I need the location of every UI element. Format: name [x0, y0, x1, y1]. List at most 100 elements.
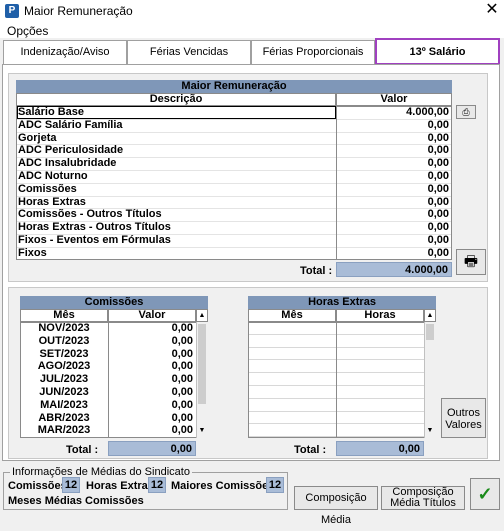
- print-button[interactable]: 🖶: [456, 249, 486, 275]
- row-value: 0,00: [427, 234, 449, 246]
- value-cell: 0,00: [171, 411, 193, 424]
- ok-check-button[interactable]: ✓: [470, 478, 500, 510]
- month-cell: OUT/2023: [38, 334, 90, 347]
- month-cell: MAI/2023: [40, 398, 88, 411]
- row-divider: [16, 144, 452, 146]
- month-cell: ABR/2023: [38, 411, 90, 424]
- grid-col-separator: [336, 106, 337, 260]
- horas-col-mes: Mês: [248, 309, 336, 322]
- row-value: 4.000,00: [406, 106, 449, 118]
- row-description: ADC Noturno: [18, 170, 88, 182]
- scroll-up-icon[interactable]: ▲: [196, 309, 208, 322]
- comissoes-col-valor: Valor: [108, 309, 196, 322]
- app-icon: P: [5, 4, 19, 18]
- comissoes-total-label: Total :: [66, 444, 99, 456]
- table-row[interactable]: Comissões 0,00: [16, 182, 452, 196]
- horas-scroll-thumb[interactable]: [426, 324, 434, 340]
- selected-cell: [17, 106, 336, 119]
- row-value: 0,00: [427, 118, 449, 131]
- comissoes-col-mes: Mês: [20, 309, 108, 322]
- outros-valores-button[interactable]: Outros Valores: [441, 398, 486, 438]
- composicao-media-button[interactable]: Composição Média: [294, 486, 378, 526]
- menu-options[interactable]: Opções: [7, 24, 48, 38]
- row-divider: [16, 182, 452, 184]
- table-row[interactable]: Fixos 0,00: [16, 246, 452, 260]
- row-description: Comissões - Outros Títulos: [18, 208, 162, 221]
- table-row[interactable]: ADC Periculosidade 0,00: [16, 144, 452, 158]
- footer-maiores-label: Maiores Comissões: [171, 480, 275, 492]
- value-cell: 0,00: [171, 386, 193, 398]
- composicao-media-titulos-button[interactable]: Composição Média Títulos: [381, 486, 465, 510]
- horas-scroll-down-icon[interactable]: ▼: [424, 425, 436, 437]
- month-cell: MAR/2023: [37, 424, 91, 437]
- value-cell: 0,00: [171, 424, 193, 437]
- horas-col-horas: Horas: [336, 309, 424, 322]
- row-divider: [16, 221, 452, 223]
- row-description: Gorjeta: [18, 131, 57, 144]
- horas-total-value: 0,00: [336, 441, 424, 456]
- value-cell: 0,00: [171, 347, 193, 360]
- table-row[interactable]: ADC Insalubridade 0,00: [16, 157, 452, 170]
- row-description: ADC Periculosidade: [18, 144, 124, 157]
- comissoes-scroll-thumb[interactable]: [198, 324, 206, 404]
- tab-indenizacao[interactable]: Indenização/Aviso Prévio: [3, 40, 127, 80]
- month-cell: SET/2023: [39, 347, 89, 360]
- footer-comissoes-value: 12: [62, 477, 80, 493]
- value-cell: 0,00: [171, 360, 193, 373]
- row-description: ADC Salário Família: [18, 118, 123, 131]
- comissoes-title: Comissões: [20, 296, 208, 309]
- comissoes-total-value: 0,00: [108, 441, 196, 456]
- horas-separator: [336, 322, 337, 438]
- main-total-label: Total :: [300, 265, 333, 277]
- value-cell: 0,00: [171, 398, 193, 411]
- footer-maiores-value: 12: [266, 477, 284, 493]
- row-value: 0,00: [427, 157, 449, 170]
- row-description: ADC Insalubridade: [18, 157, 117, 170]
- table-row[interactable]: ADC Salário Família 0,00: [16, 118, 452, 132]
- tab-ferias-vencidas[interactable]: Férias Vencidas: [127, 40, 251, 64]
- row-value: 0,00: [427, 144, 449, 157]
- comissoes-separator: [108, 322, 109, 438]
- calculator-button[interactable]: ⎙: [456, 105, 476, 119]
- month-cell: JUL/2023: [39, 373, 89, 386]
- value-cell: 0,00: [171, 334, 193, 347]
- menu-bar: [0, 22, 504, 38]
- row-value: 0,00: [427, 246, 449, 259]
- footer-horas-label: Horas Extras: [86, 480, 154, 492]
- table-row[interactable]: Horas Extras - Outros Títulos 0,00: [16, 221, 452, 234]
- row-divider: [16, 234, 452, 235]
- footer-horas-value: 12: [148, 477, 166, 493]
- row-value: 0,00: [427, 182, 449, 195]
- window-title: Maior Remuneração: [24, 4, 133, 18]
- row-value: 0,00: [427, 170, 449, 182]
- table-row[interactable]: Fixos - Eventos em Fórmulas 0,00: [16, 234, 452, 247]
- scroll-down-icon[interactable]: ▼: [196, 425, 208, 437]
- col-valor: Valor: [336, 93, 452, 106]
- table-row[interactable]: ADC Noturno 0,00: [16, 170, 452, 183]
- row-description: Fixos - Eventos em Fórmulas: [18, 234, 171, 246]
- horas-total-label: Total :: [294, 444, 327, 456]
- row-value: 0,00: [427, 131, 449, 144]
- table-row[interactable]: Gorjeta 0,00: [16, 131, 452, 145]
- footer-meses-label: Meses Médias Comissões: [8, 495, 144, 507]
- horas-scroll-up-icon[interactable]: ▲: [424, 309, 436, 322]
- col-descricao: Descrição: [16, 93, 336, 106]
- value-cell: 0,00: [171, 373, 193, 386]
- row-description: Fixos: [18, 246, 47, 259]
- row-value: 0,00: [427, 195, 449, 208]
- tab-ferias-proporcionais[interactable]: Férias Proporcionais: [251, 40, 375, 64]
- tab-13-salario[interactable]: 13º Salário: [375, 38, 500, 65]
- footer-comissoes-label: Comissões: [8, 480, 67, 492]
- row-divider: [16, 170, 452, 171]
- table-row[interactable]: Comissões - Outros Títulos 0,00: [16, 208, 452, 222]
- row-description: Horas Extras - Outros Títulos: [18, 221, 171, 234]
- row-divider: [16, 195, 452, 197]
- value-cell: 0,00: [171, 322, 193, 334]
- grid-title: Maior Remuneração: [16, 80, 452, 93]
- horas-title: Horas Extras: [248, 296, 436, 309]
- close-icon[interactable]: ✕: [484, 1, 500, 19]
- row-divider: [16, 208, 452, 210]
- table-row[interactable]: Horas Extras 0,00: [16, 195, 452, 209]
- row-description: Horas Extras: [18, 195, 86, 208]
- month-cell: JUN/2023: [39, 386, 89, 398]
